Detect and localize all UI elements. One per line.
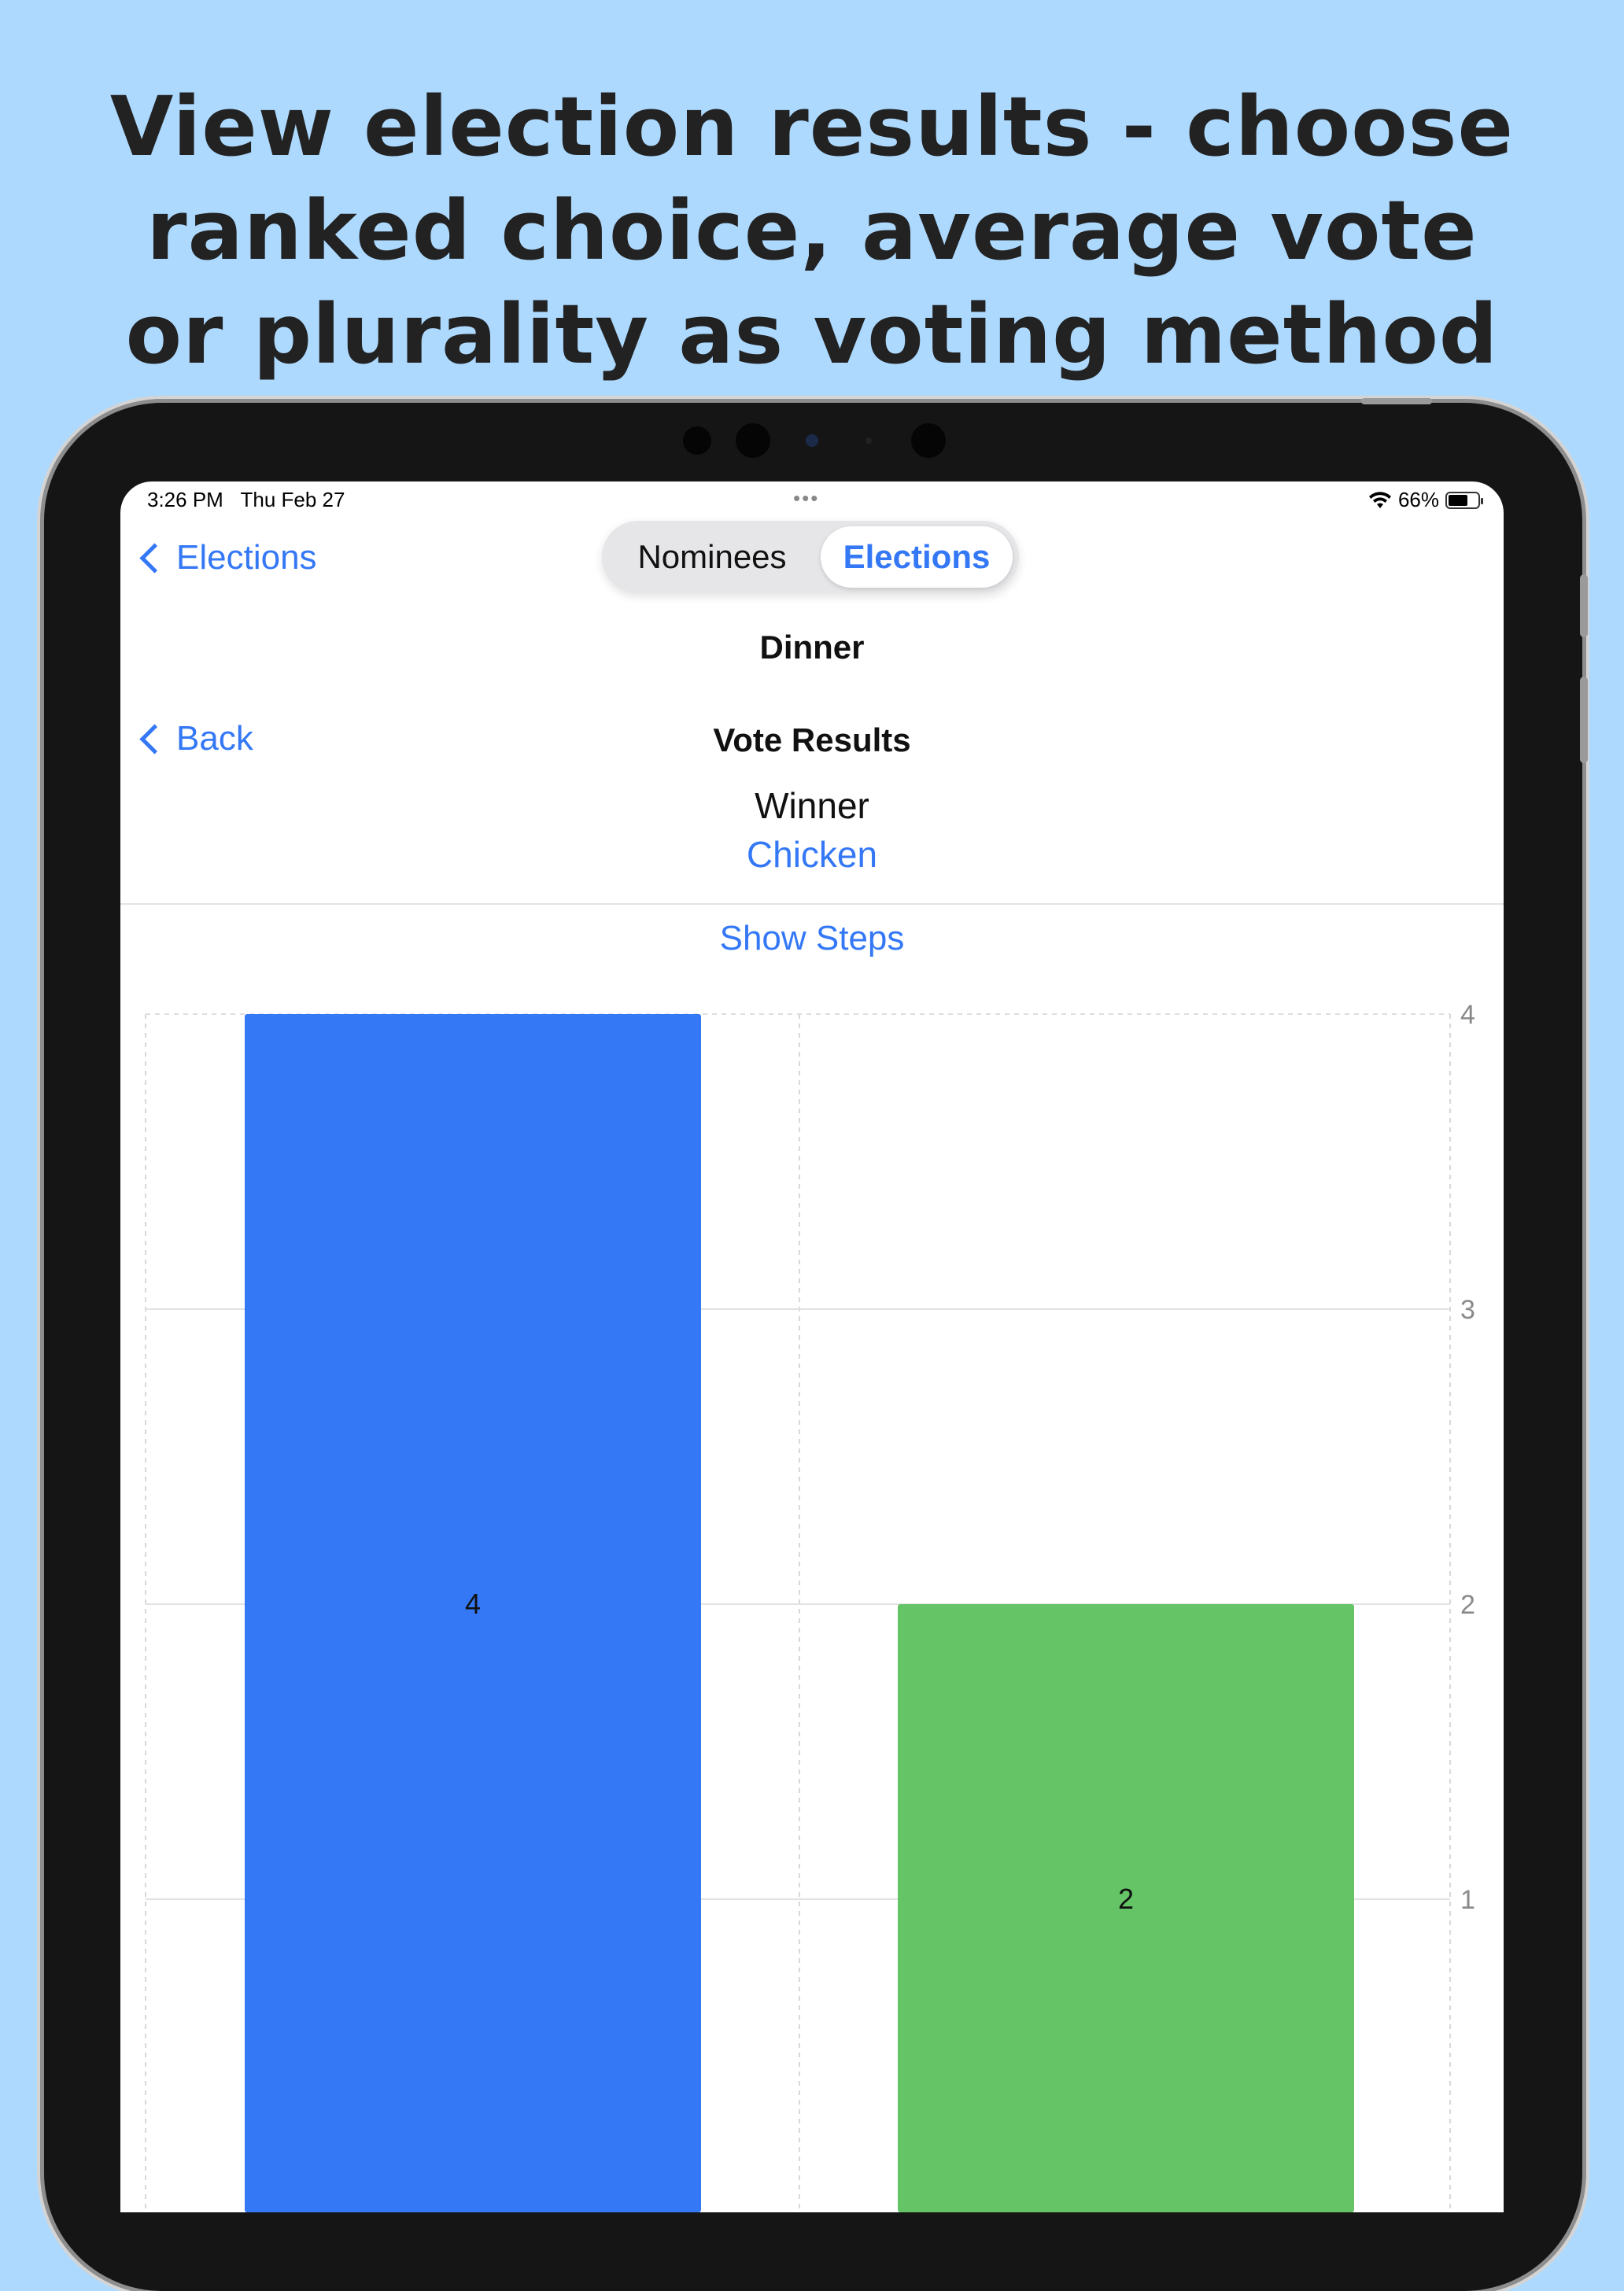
vote-results-chart: 4 3 2 1 4 2	[145, 1000, 1475, 2212]
sensor-dot	[736, 423, 770, 458]
volume-up-button	[1580, 574, 1588, 637]
y-tick-label: 3	[1460, 1295, 1475, 1325]
headline-line-1: View election results - choose	[109, 79, 1515, 175]
sensor-dot	[683, 426, 711, 455]
y-tick-label: 2	[1460, 1590, 1475, 1620]
bar-data-label: 4	[465, 1588, 481, 1620]
app-screen: 3:26 PM Thu Feb 27 ••• 66% Elections Nom…	[120, 481, 1504, 2212]
headline: View election results - choose ranked ch…	[0, 75, 1624, 386]
camera-icon	[806, 434, 818, 447]
headline-line-2: ranked choice, average vote	[146, 183, 1478, 279]
bar-data-label: 2	[1118, 1883, 1134, 1915]
sensor-dot	[911, 423, 946, 458]
volume-down-button	[1580, 677, 1588, 763]
y-tick-label: 1	[1460, 1885, 1475, 1915]
headline-line-3: or plurality as voting method	[125, 286, 1499, 382]
sensor-dot	[866, 437, 872, 444]
top-button	[1361, 398, 1432, 404]
y-tick-label: 4	[1460, 1000, 1475, 1030]
